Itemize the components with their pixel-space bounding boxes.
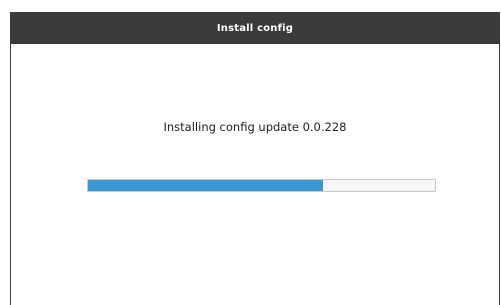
progress-bar-fill xyxy=(88,180,323,191)
install-config-dialog: Install config Installing config update … xyxy=(10,12,500,305)
progress-bar xyxy=(87,179,436,192)
dialog-titlebar: Install config xyxy=(11,12,499,44)
dialog-title: Install config xyxy=(216,22,294,34)
status-message: Installing config update 0.0.228 xyxy=(163,120,347,134)
